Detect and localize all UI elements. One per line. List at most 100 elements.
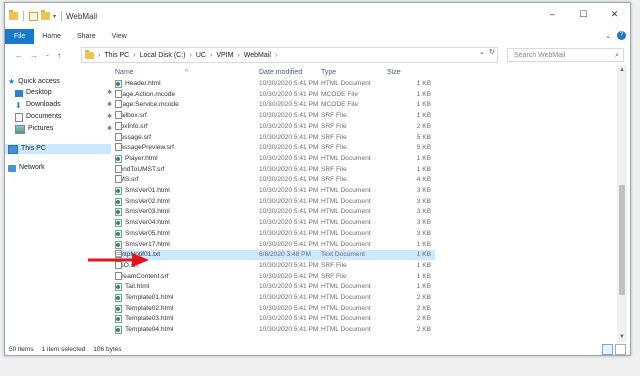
customize-toolbar-icon[interactable]: ▾	[53, 13, 56, 20]
file-row[interactable]: SmsVer01.html 10/30/2020 5:41 PM HTML Docu…	[115, 186, 435, 196]
file-size: 5 KB	[416, 144, 431, 152]
refresh-icon[interactable]: ↻	[489, 48, 495, 56]
file-date: 10/30/2020 5:41 PM	[259, 326, 319, 334]
sidebar-item-downloads[interactable]: ⬇ Downloads ✱	[5, 100, 118, 110]
file-size: 1 KB	[416, 101, 431, 109]
sidebar-item-this-pc[interactable]: This PC	[5, 144, 111, 154]
close-button[interactable]: ✕	[599, 3, 630, 25]
large-icons-view-icon[interactable]	[615, 344, 626, 355]
file-name: Template02.html	[125, 304, 174, 312]
expand-ribbon-icon[interactable]: ⌄	[605, 32, 611, 40]
file-name: Player.html	[125, 154, 158, 162]
column-header-size[interactable]: Size	[387, 69, 401, 76]
file-row[interactable]: Header.html 10/30/2020 5:41 PM HTML Docume…	[115, 79, 435, 89]
new-folder-icon[interactable]	[41, 10, 50, 20]
file-row[interactable]: SendToUMST.srf 10/30/2020 5:41 PM SRF File…	[115, 164, 435, 175]
file-row[interactable]: SmtpNotif01.txt 6/8/2020 3:48 PM Text Docu…	[115, 250, 435, 261]
back-icon[interactable]: ←	[15, 51, 23, 60]
properties-icon[interactable]	[29, 11, 38, 21]
help-icon[interactable]: ?	[617, 31, 626, 40]
sort-ascending-icon: ^	[185, 69, 189, 76]
file-type: HTML Document	[321, 240, 371, 248]
file-row[interactable]: Template02.html 10/30/2020 5:41 PM HTML Do…	[115, 304, 435, 314]
file-row[interactable]: SmsVer02.html 10/30/2020 5:41 PM HTML Docu…	[115, 197, 435, 207]
scroll-thumb[interactable]	[619, 185, 625, 295]
file-list: ^ Name Date modified Type Size Header.ht…	[115, 65, 615, 342]
sidebar-item-quick-access[interactable]: ★ Quick access	[5, 77, 111, 87]
scroll-up-icon[interactable]: ▲	[619, 67, 625, 73]
file-name-cell: Tail.html	[115, 282, 149, 292]
file-date: 10/30/2020 5:41 PM	[259, 219, 319, 227]
up-icon[interactable]: ↑	[57, 51, 61, 60]
file-row[interactable]: SSO.srf 10/30/2020 5:41 PM SRF File 1 KB	[115, 260, 435, 271]
file-type: HTML Document	[321, 154, 371, 162]
file-row[interactable]: MbxInfo.srf 10/30/2020 5:41 PM SRF File 2 K…	[115, 121, 435, 132]
file-row[interactable]: Template01.html 10/30/2020 5:41 PM HTML Do…	[115, 293, 435, 303]
file-row[interactable]: Image.Action.mcode 10/30/2020 5:41 PM MCOD…	[115, 89, 435, 100]
file-icon	[115, 175, 122, 184]
column-header-type[interactable]: Type	[321, 69, 336, 76]
sidebar-item-documents[interactable]: Documents ✱	[5, 112, 118, 122]
file-row[interactable]: StreamContent.srf 10/30/2020 5:41 PM SRF F…	[115, 271, 435, 282]
tab-share[interactable]: Share	[69, 33, 104, 40]
file-row[interactable]: Tail.html 10/30/2020 5:41 PM HTML Document…	[115, 282, 435, 292]
file-type: HTML Document	[321, 326, 371, 334]
breadcrumb-uc[interactable]: UC	[196, 52, 206, 59]
file-row[interactable]: Template04.html 10/30/2020 5:41 PM HTML Do…	[115, 325, 435, 335]
column-header-date[interactable]: Date modified	[259, 69, 302, 76]
file-date: 10/30/2020 5:41 PM	[259, 272, 319, 280]
sidebar-item-network[interactable]: Network	[5, 163, 111, 173]
breadcrumb-local-disk[interactable]: Local Disk (C:)	[140, 52, 186, 59]
file-row[interactable]: Template03.html 10/30/2020 5:41 PM HTML Do…	[115, 314, 435, 324]
column-header-name[interactable]: Name	[115, 69, 134, 76]
file-row[interactable]: Player.html 10/30/2020 5:41 PM HTML Docume…	[115, 154, 435, 164]
breadcrumb-this-pc[interactable]: This PC	[104, 52, 129, 59]
breadcrumb-separator: ›	[133, 51, 136, 59]
html-file-icon	[115, 197, 122, 206]
tab-view[interactable]: View	[104, 33, 135, 40]
file-type: HTML Document	[321, 229, 371, 237]
file-name-cell: StreamContent.srf	[115, 271, 169, 282]
file-size: 1 KB	[416, 154, 431, 162]
file-row[interactable]: SMS.srf 10/30/2020 5:41 PM SRF File 4 KB	[115, 175, 435, 185]
details-view-icon[interactable]	[602, 344, 613, 355]
tab-file[interactable]: File	[5, 29, 35, 44]
navigation-buttons: ← → ⌄ ↑	[5, 51, 73, 60]
file-row[interactable]: SmsVer17.html 10/30/2020 5:41 PM HTML Docu…	[115, 240, 435, 250]
recent-locations-icon[interactable]: ⌄	[45, 51, 50, 60]
file-row[interactable]: SmsVer04.html 10/30/2020 5:41 PM HTML Docu…	[115, 218, 435, 228]
sidebar-item-label: Network	[19, 164, 45, 171]
search-placeholder: Search WebMail	[514, 52, 566, 59]
file-row[interactable]: Message.srf 10/30/2020 5:41 PM SRF File 5 K…	[115, 132, 435, 143]
sidebar-item-desktop[interactable]: Desktop ✱	[5, 88, 118, 98]
file-icon	[115, 89, 122, 98]
scroll-down-icon[interactable]: ▼	[619, 334, 625, 340]
minimize-button[interactable]: –	[537, 3, 568, 25]
maximize-button[interactable]: ☐	[568, 3, 599, 25]
file-row[interactable]: Mailbox.srf 10/30/2020 5:41 PM SRF File 1 K…	[115, 111, 435, 121]
html-file-icon	[115, 294, 122, 302]
file-row[interactable]: MessagePreview.srf 10/30/2020 5:41 PM SRF …	[115, 143, 435, 153]
red-arrow-annotation	[88, 253, 149, 267]
address-dropdown-icon[interactable]: ⌄	[479, 48, 485, 56]
tab-home[interactable]: Home	[34, 33, 69, 40]
breadcrumb-vpim[interactable]: VPIM	[216, 52, 233, 59]
window-controls: – ☐ ✕	[537, 3, 630, 25]
breadcrumb-webmail[interactable]: WebMail	[244, 52, 271, 59]
search-box[interactable]: Search WebMail ⌕	[507, 48, 624, 62]
file-row[interactable]: SmsVer03.html 10/30/2020 5:41 PM HTML Docu…	[115, 207, 435, 217]
file-row[interactable]: Image.Service.mcode 10/30/2020 5:41 PM MCO…	[115, 100, 435, 110]
file-row[interactable]: SmsVer05.html 10/30/2020 5:41 PM HTML Docu…	[115, 229, 435, 239]
forward-icon[interactable]: →	[30, 51, 38, 60]
sidebar-item-label: Pictures	[28, 125, 54, 132]
html-file-icon	[115, 187, 122, 195]
search-icon[interactable]: ⌕	[615, 49, 619, 63]
pin-icon: ✱	[106, 102, 112, 108]
vertical-scrollbar[interactable]: ▲ ▼	[617, 65, 627, 342]
address-actions: ⌄ ↻	[479, 48, 495, 56]
sidebar-item-pictures[interactable]: Pictures ✱	[5, 124, 118, 134]
address-bar[interactable]: › This PC › Local Disk (C:) › UC › VPIM …	[81, 47, 498, 63]
file-size: 2 KB	[416, 315, 431, 323]
file-type: SRF File	[321, 133, 347, 141]
file-type: SRF File	[321, 176, 347, 184]
